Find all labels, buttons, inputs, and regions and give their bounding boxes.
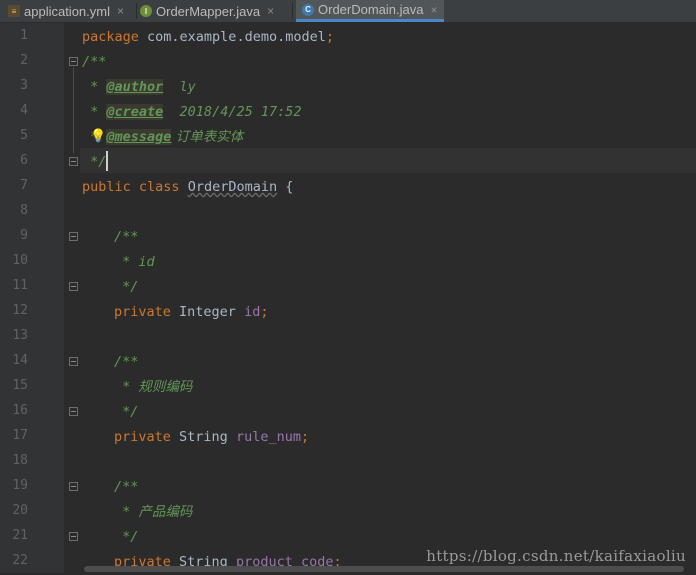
code-line-20: * 产品编码	[114, 500, 192, 525]
current-line-highlight	[80, 148, 696, 173]
line-number: 5	[20, 128, 28, 143]
code-line-15: * 规则编码	[114, 375, 192, 400]
line-number: 17	[12, 428, 28, 443]
javadoc-value: 订单表实体	[171, 129, 244, 145]
code-line-10: * id	[114, 254, 155, 270]
line-number: 10	[12, 253, 28, 268]
code-line-17: private String rule_num;	[114, 425, 309, 450]
semicolon: ;	[300, 429, 310, 445]
code-line-16: */	[114, 404, 139, 420]
line-number: 14	[12, 353, 28, 368]
keyword: private	[114, 429, 171, 445]
field-name: id	[244, 304, 261, 320]
close-icon[interactable]: ×	[117, 4, 124, 18]
comment-text: 产品编码	[138, 504, 193, 520]
code-line-4: * @create 2018/4/25 17:52	[82, 100, 301, 125]
line-number: 8	[20, 203, 28, 218]
tab-label: OrderDomain.java	[318, 2, 424, 17]
close-icon[interactable]: ×	[431, 3, 438, 17]
fold-toggle-icon[interactable]	[69, 232, 78, 241]
code-line-19: /**	[114, 479, 139, 495]
comment-star: *	[82, 104, 107, 120]
javadoc-value: ly	[163, 79, 196, 95]
class-icon: C	[302, 3, 314, 16]
code-line-12: private Integer id;	[114, 300, 268, 325]
keyword: private	[114, 304, 171, 320]
code-line-6: */	[82, 154, 107, 170]
keyword: class	[138, 179, 180, 195]
keyword: package	[82, 29, 139, 45]
brace: {	[277, 179, 294, 195]
fold-toggle-icon[interactable]	[69, 407, 78, 416]
tab-application-yml[interactable]: ≡ application.yml ×	[8, 0, 124, 22]
line-number: 2	[20, 53, 28, 68]
javadoc-tag: @create	[106, 104, 164, 120]
code-editor[interactable]: 1 2 3 4 5 6 7 8 9 10 11 12 13 14 15 16 1…	[0, 23, 696, 573]
editor-tab-bar: ≡ application.yml × I OrderMapper.java ×…	[0, 0, 696, 23]
fold-toggle-icon[interactable]	[69, 532, 78, 541]
tab-label: OrderMapper.java	[156, 3, 261, 19]
semicolon: ;	[260, 304, 269, 320]
line-number: 3	[20, 78, 28, 93]
line-number: 12	[12, 303, 28, 318]
line-number: 11	[12, 278, 28, 293]
fold-toggle-icon[interactable]	[69, 282, 78, 291]
field-name: rule_num	[235, 429, 301, 445]
fold-toggle-icon[interactable]	[69, 357, 78, 366]
javadoc-tag: @author	[106, 79, 164, 95]
line-number: 6	[20, 153, 28, 168]
comment-star: *	[114, 379, 139, 395]
lightbulb-icon[interactable]: 💡	[90, 129, 106, 144]
line-number: 13	[12, 328, 28, 343]
line-number: 16	[12, 403, 28, 418]
yml-file-icon: ≡	[8, 5, 20, 17]
line-number: 21	[12, 528, 28, 543]
tab-ordermapper-java[interactable]: I OrderMapper.java ×	[140, 0, 274, 22]
interface-icon: I	[140, 5, 152, 17]
tab-divider	[136, 3, 137, 19]
code-line-9: /**	[114, 229, 139, 245]
comment-text: 规则编码	[138, 379, 193, 395]
horizontal-scrollbar[interactable]	[84, 566, 684, 572]
fold-toggle-icon[interactable]	[69, 157, 78, 166]
code-line-3: * @author ly	[82, 75, 196, 100]
tab-orderdomain-java[interactable]: C OrderDomain.java ×	[296, 0, 444, 22]
text-caret	[106, 151, 108, 171]
javadoc-value: 2018/4/25 17:52	[163, 104, 302, 120]
fold-toggle-icon[interactable]	[69, 57, 78, 66]
tab-label: application.yml	[24, 3, 110, 19]
line-number: 7	[20, 178, 28, 193]
comment-star: *	[82, 79, 107, 95]
code-line-2: /**	[82, 54, 107, 70]
line-number: 4	[20, 103, 28, 118]
watermark: https://blog.csdn.net/kaifaxiaoliu	[426, 547, 686, 565]
keyword: public	[82, 179, 131, 195]
code-line-14: /**	[114, 354, 139, 370]
fold-guide	[73, 67, 74, 153]
type-name: String	[170, 429, 236, 445]
semicolon: ;	[325, 29, 334, 45]
code-line-21: */	[114, 529, 139, 545]
line-number: 9	[20, 228, 28, 243]
fold-toggle-icon[interactable]	[69, 482, 78, 491]
close-icon[interactable]: ×	[267, 4, 274, 18]
tab-divider	[292, 3, 293, 19]
class-name: OrderDomain	[187, 179, 278, 195]
code-line-7: public class OrderDomain {	[82, 175, 293, 200]
line-number: 18	[12, 453, 28, 468]
type-name: Integer	[170, 304, 245, 320]
code-line-1: package com.example.demo.model;	[82, 25, 334, 50]
line-number: 19	[12, 478, 28, 493]
comment-star: *	[114, 504, 139, 520]
line-number: 22	[12, 553, 28, 568]
javadoc-tag: @message	[106, 129, 172, 145]
package-name: com.example.demo.model	[138, 29, 326, 45]
line-number: 15	[12, 378, 28, 393]
line-number: 20	[12, 503, 28, 518]
line-number: 1	[20, 28, 28, 43]
code-line-11: */	[114, 279, 139, 295]
